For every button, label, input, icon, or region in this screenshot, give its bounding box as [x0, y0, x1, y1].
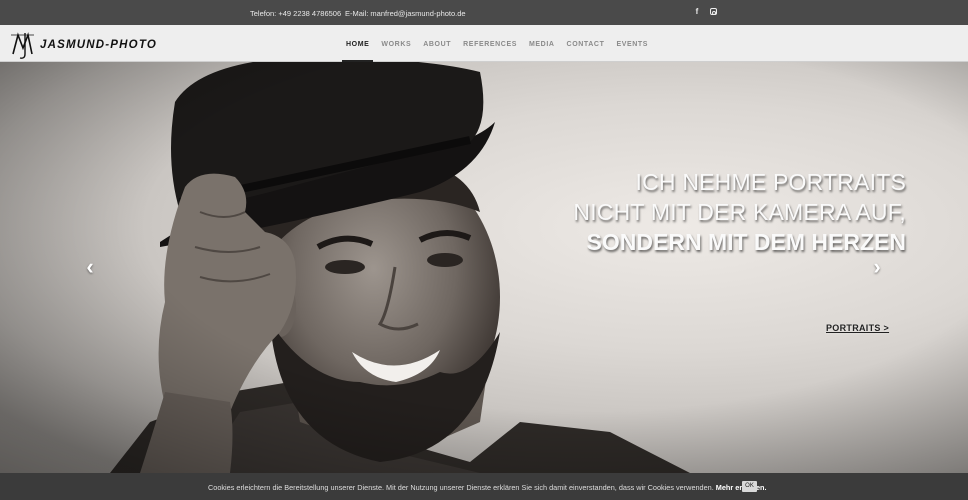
cookie-notice-text: Cookies erleichtern die Bereitstellung u… [208, 483, 714, 492]
hero-headline-line-3: SONDERN MIT DEM HERZEN [586, 229, 906, 255]
email-address[interactable]: E-Mail: manfred@jasmund-photo.de [345, 9, 466, 18]
nav-events[interactable]: EVENTS [610, 25, 654, 62]
hero-headline-line-1: ICH NEHME PORTRAITS [635, 169, 906, 195]
top-contact-bar: Telefon: +49 2238 4786506 E-Mail: manfre… [0, 0, 968, 25]
nav-contact[interactable]: CONTACT [561, 25, 611, 62]
hero-headline-line-2: NICHT MIT DER KAMERA AUF, [573, 199, 906, 225]
nav-about[interactable]: ABOUT [417, 25, 457, 62]
monogram-logo-icon [11, 32, 34, 59]
logo-text: JASMUND-PHOTO [40, 39, 157, 51]
hero-headline: ICH NEHME PORTRAITS NICHT MIT DER KAMERA… [573, 167, 906, 257]
nav-works[interactable]: WORKS [375, 25, 417, 62]
slider-prev-arrow-icon[interactable]: ‹ [82, 256, 98, 278]
slider-next-arrow-icon[interactable]: › [869, 256, 885, 278]
nav-media[interactable]: MEDIA [523, 25, 561, 62]
cookie-notice: Cookies erleichtern die Bereitstellung u… [208, 483, 766, 492]
cookie-notice-bar: Cookies erleichtern die Bereitstellung u… [0, 473, 968, 500]
cookie-ok-button[interactable]: OK [742, 481, 757, 492]
instagram-icon[interactable] [708, 7, 718, 17]
main-nav: HOME WORKS ABOUT REFERENCES MEDIA CONTAC… [340, 25, 654, 62]
main-navbar: JASMUND-PHOTO HOME WORKS ABOUT REFERENCE… [0, 25, 968, 62]
nav-home[interactable]: HOME [340, 25, 375, 62]
hero-slider: ICH NEHME PORTRAITS NICHT MIT DER KAMERA… [0, 62, 968, 473]
hero-portrait-image [0, 62, 968, 473]
phone-number: Telefon: +49 2238 4786506 [250, 9, 342, 18]
site-logo[interactable]: JASMUND-PHOTO [10, 30, 190, 60]
nav-references[interactable]: REFERENCES [457, 25, 523, 62]
facebook-icon[interactable]: f [692, 7, 702, 17]
portraits-link[interactable]: PORTRAITS > [826, 323, 889, 333]
